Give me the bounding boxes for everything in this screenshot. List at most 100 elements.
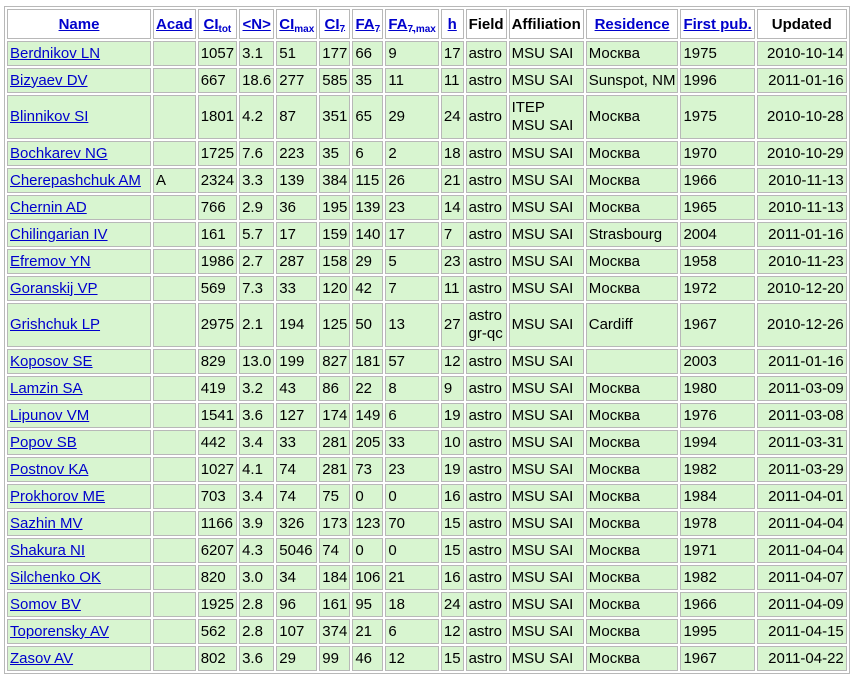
sort-by-ci-max-link[interactable]: CImax	[279, 16, 314, 35]
col-ci-max-header[interactable]: CImax	[276, 9, 318, 39]
cell-field: astro	[465, 349, 507, 374]
cell-ci-max: 74	[276, 457, 318, 482]
cell-residence: Москва	[585, 168, 679, 193]
cell-field: astro	[465, 457, 507, 482]
author-name-link[interactable]: Shakura NI	[10, 542, 85, 559]
author-name-link[interactable]: Lamzin SA	[10, 380, 83, 397]
cell-ci-tot: 419	[197, 376, 238, 401]
cell-fa7max: 18	[385, 592, 439, 617]
field-value: astro	[468, 279, 502, 297]
sort-by-name-link[interactable]: Name	[59, 16, 100, 33]
sort-by-fa7max-link[interactable]: FA7,max	[388, 16, 436, 35]
cell-acad	[153, 95, 196, 139]
cell-name: Chernin AD	[7, 195, 151, 220]
table-row: Bizyaev DV 667 18.6 277 585 35 11 11 astro MSU SA…	[7, 68, 847, 93]
col-ci7-header[interactable]: CI7	[319, 9, 351, 39]
cell-first-pub: 2004	[680, 222, 755, 247]
author-name-link[interactable]: Chernin AD	[10, 199, 87, 216]
cell-residence: Москва	[585, 249, 679, 274]
sort-by-fa7-link[interactable]: FA7	[355, 16, 380, 35]
cell-ci-max: 277	[276, 68, 318, 93]
cell-ci7: 281	[319, 457, 351, 482]
cell-field: astro	[465, 276, 507, 301]
author-name-link[interactable]: Toporensky AV	[10, 623, 109, 640]
cell-n: 3.2	[239, 376, 275, 401]
cell-h: 9	[440, 376, 464, 401]
field-value: astro	[468, 379, 502, 397]
author-name-link[interactable]: Postnov KA	[10, 461, 88, 478]
cell-n: 3.4	[239, 484, 275, 509]
cell-h: 24	[440, 592, 464, 617]
cell-ci-max: 127	[276, 403, 318, 428]
cell-residence: Москва	[585, 538, 679, 563]
author-name-link[interactable]: Lipunov VM	[10, 407, 89, 424]
author-name-link[interactable]: Somov BV	[10, 596, 81, 613]
col-acad-header[interactable]: Acad	[153, 9, 196, 39]
author-name-link[interactable]: Zasov AV	[10, 650, 73, 667]
cell-ci-max: 74	[276, 484, 318, 509]
author-name-link[interactable]: Bizyaev DV	[10, 72, 88, 89]
author-name-link[interactable]: Goranskij VP	[10, 280, 98, 297]
cell-fa7: 139	[352, 195, 384, 220]
cell-h: 11	[440, 68, 464, 93]
author-name-link[interactable]: Grishchuk LP	[10, 316, 100, 333]
sort-by-first-pub-link[interactable]: First pub.	[683, 16, 751, 33]
col-fa7-header[interactable]: FA7	[352, 9, 384, 39]
cell-fa7: 66	[352, 41, 384, 66]
col-n-header[interactable]: <N>	[239, 9, 275, 39]
cell-ci-tot: 802	[197, 646, 238, 671]
author-name-link[interactable]: Chilingarian IV	[10, 226, 108, 243]
author-name-link[interactable]: Koposov SE	[10, 353, 93, 370]
col-first-pub-header[interactable]: First pub.	[680, 9, 755, 39]
author-name-link[interactable]: Cherepashchuk AM	[10, 172, 141, 189]
cell-residence: Москва	[585, 592, 679, 617]
cell-ci-tot: 1986	[197, 249, 238, 274]
cell-first-pub: 1995	[680, 619, 755, 644]
cell-acad	[153, 349, 196, 374]
sort-by-ci-tot-link[interactable]: CItot	[203, 16, 231, 35]
author-name-link[interactable]: Berdnikov LN	[10, 45, 100, 62]
col-ci-tot-header[interactable]: CItot	[197, 9, 238, 39]
col-h-header[interactable]: h	[440, 9, 464, 39]
sort-by-acad-link[interactable]: Acad	[156, 16, 193, 33]
cell-ci-tot: 766	[197, 195, 238, 220]
cell-fa7max: 26	[385, 168, 439, 193]
author-name-link[interactable]: Efremov YN	[10, 253, 91, 270]
cell-h: 17	[440, 41, 464, 66]
cell-first-pub: 1958	[680, 249, 755, 274]
author-name-link[interactable]: Bochkarev NG	[10, 145, 108, 162]
col-fa7max-header[interactable]: FA7,max	[385, 9, 439, 39]
author-name-link[interactable]: Prokhorov ME	[10, 488, 105, 505]
sort-by-residence-link[interactable]: Residence	[595, 16, 670, 33]
cell-fa7: 181	[352, 349, 384, 374]
author-name-link[interactable]: Blinnikov SI	[10, 108, 88, 125]
cell-n: 3.6	[239, 403, 275, 428]
cell-h: 21	[440, 168, 464, 193]
cell-ci-tot: 1725	[197, 141, 238, 166]
cell-ci-max: 87	[276, 95, 318, 139]
author-name-link[interactable]: Popov SB	[10, 434, 77, 451]
cell-ci7: 75	[319, 484, 351, 509]
table-body: Berdnikov LN 1057 3.1 51 177 66 9 17 astro MSU SA…	[7, 41, 847, 671]
cell-fa7max: 6	[385, 619, 439, 644]
field-value: astro	[468, 568, 502, 586]
sort-by-h-link[interactable]: h	[448, 16, 457, 33]
cell-ci7: 281	[319, 430, 351, 455]
col-residence-header[interactable]: Residence	[585, 9, 679, 39]
cell-h: 23	[440, 249, 464, 274]
sort-by-ci7-link[interactable]: CI7	[325, 16, 346, 35]
field-value: astro	[468, 225, 502, 243]
author-name-link[interactable]: Sazhin MV	[10, 515, 83, 532]
cell-first-pub: 1976	[680, 403, 755, 428]
cell-name: Berdnikov LN	[7, 41, 151, 66]
sort-by-n-link[interactable]: <N>	[242, 16, 270, 33]
cell-fa7: 149	[352, 403, 384, 428]
cell-ci-tot: 1801	[197, 95, 238, 139]
cell-fa7: 21	[352, 619, 384, 644]
author-name-link[interactable]: Silchenko OK	[10, 569, 101, 586]
cell-fa7max: 29	[385, 95, 439, 139]
cell-name: Shakura NI	[7, 538, 151, 563]
cell-field: astro	[465, 646, 507, 671]
col-name-header[interactable]: Name	[7, 9, 151, 39]
cell-name: Blinnikov SI	[7, 95, 151, 139]
